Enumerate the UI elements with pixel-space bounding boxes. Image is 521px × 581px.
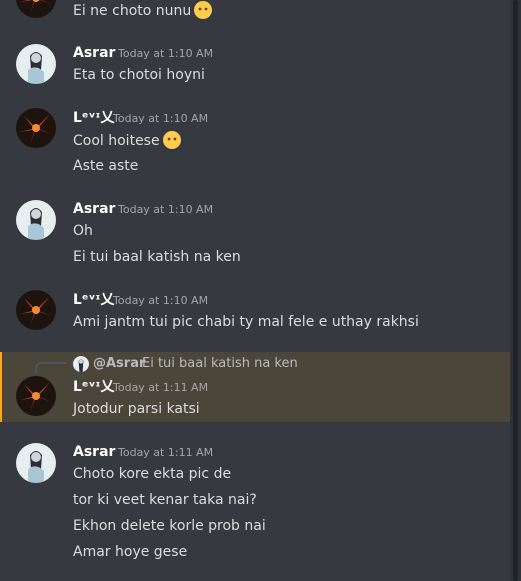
message-text: Ei tui baal katish na ken	[73, 249, 241, 265]
message-text: Choto kore ekta pic de	[73, 466, 232, 482]
scrollbar-track[interactable]	[510, 0, 521, 581]
message-list: Ei ne choto nunu Asrar Today at 1:10 AM …	[0, 0, 510, 581]
avatar-levix[interactable]	[16, 0, 56, 18]
scrollbar-thumb[interactable]	[513, 0, 518, 581]
reply-preview-text[interactable]: Ei tui baal katish na ken	[142, 355, 298, 372]
message-text: Amar hoye gese	[73, 544, 188, 560]
username[interactable]: Asrar	[73, 443, 115, 461]
mention-highlight-bar	[0, 352, 2, 422]
message-text: Ami jantm tui pic chabi ty mal fele e ut…	[73, 314, 419, 330]
avatar-asrar[interactable]	[16, 443, 56, 483]
timestamp: Today at 1:11 AM	[113, 381, 209, 394]
no-mouth-face-icon	[162, 130, 182, 150]
message-text: Ei ne choto nunu	[73, 0, 213, 21]
username[interactable]: ᒪᵉᵛᶦ乂	[73, 291, 114, 309]
reply-avatar-asrar[interactable]	[73, 356, 89, 372]
timestamp: Today at 1:10 AM	[118, 47, 214, 60]
reply-spine	[35, 362, 67, 373]
timestamp: Today at 1:10 AM	[113, 112, 209, 125]
username[interactable]: Asrar	[73, 200, 115, 218]
message-text: Eta to chotoi hoyni	[73, 67, 205, 83]
message-text: tor ki veet kenar taka nai?	[73, 492, 257, 508]
avatar-asrar[interactable]	[16, 44, 56, 84]
avatar-levix[interactable]	[16, 108, 56, 148]
timestamp: Today at 1:11 AM	[118, 446, 214, 459]
message-text: Aste aste	[73, 158, 139, 174]
message-text: Jotodur parsi katsi	[73, 401, 200, 417]
username[interactable]: ᒪᵉᵛᶦ乂	[73, 109, 114, 127]
username[interactable]: ᒪᵉᵛᶦ乂	[73, 378, 114, 396]
message-text: Ekhon delete korle prob nai	[73, 518, 266, 534]
reply-mention[interactable]: @Asrar	[93, 355, 145, 372]
username[interactable]: Asrar	[73, 44, 115, 62]
message-text: Cool hoitese	[73, 130, 182, 151]
no-mouth-face-icon	[193, 0, 213, 20]
avatar-levix[interactable]	[16, 290, 56, 330]
message-text: Oh	[73, 223, 93, 239]
avatar-asrar[interactable]	[16, 200, 56, 240]
timestamp: Today at 1:10 AM	[118, 203, 214, 216]
timestamp: Today at 1:10 AM	[113, 294, 209, 307]
avatar-levix[interactable]	[16, 376, 56, 416]
